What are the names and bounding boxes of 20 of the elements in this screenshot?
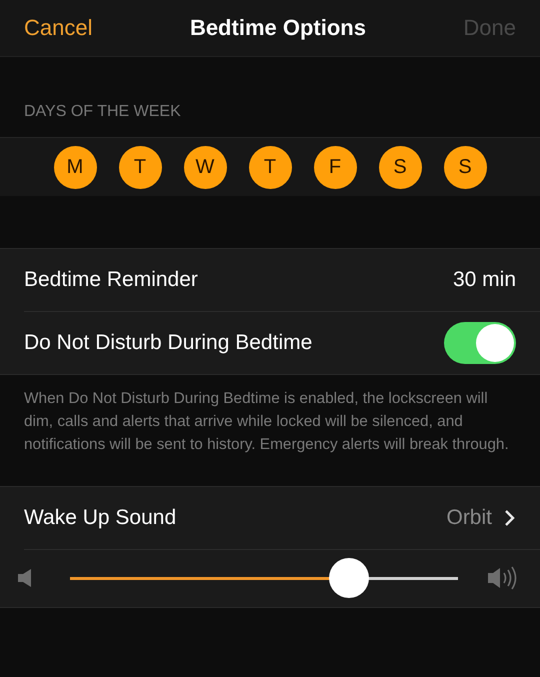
day-toggle[interactable]: T <box>248 146 292 188</box>
day-toggle[interactable]: T <box>118 146 162 188</box>
day-toggle[interactable]: M <box>54 146 96 188</box>
volume-slider[interactable] <box>70 558 458 598</box>
toggle-switch[interactable] <box>444 322 516 364</box>
section-header: DAYS OF THE WEEK <box>24 103 181 120</box>
day-toggle[interactable]: S <box>444 146 486 188</box>
chevron-icon <box>504 509 516 527</box>
cancel-button[interactable]: Cancel <box>24 15 92 41</box>
day-toggle[interactable]: W <box>184 146 226 188</box>
day-toggle[interactable]: S <box>378 146 422 188</box>
footer-note: When Do Not Disturb During Bedtime is enabled, the lockscreen will dim, calls and alerts that arrive while locked will be silenced, and notifications will be sent to history. Emergency alerts will break through. <box>23 389 510 455</box>
setting-value[interactable]: 30 min <box>452 268 516 292</box>
setting-value: Orbit <box>446 506 492 530</box>
speaker-low-icon <box>18 569 32 587</box>
day-toggle[interactable]: F <box>314 146 356 188</box>
page-title: Bedtime Options <box>190 15 366 41</box>
setting-label: Bedtime Reminder <box>24 268 198 292</box>
setting-label: Wake Up Sound <box>24 506 176 530</box>
setting-label: Do Not Disturb During Bedtime <box>24 331 312 355</box>
